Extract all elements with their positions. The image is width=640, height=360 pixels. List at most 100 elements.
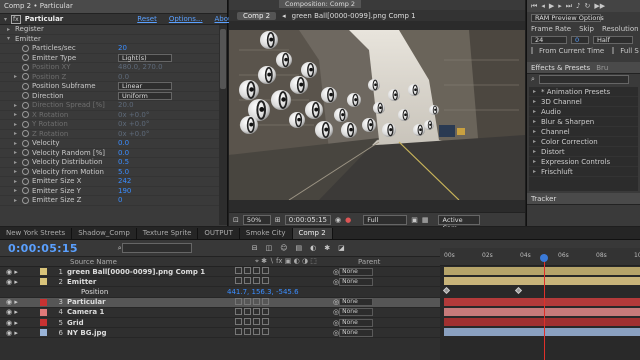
effect-category[interactable]: ▸ * Animation Presets	[529, 87, 638, 97]
param-row[interactable]: ▸ Emitter Size Y 190	[0, 187, 227, 196]
expand-triangle-icon[interactable]: ▸	[533, 88, 541, 95]
layer-name[interactable]: Position	[67, 288, 227, 296]
param-dropdown[interactable]: Linear	[118, 82, 172, 91]
effect-category[interactable]: ▸ Distort	[529, 147, 638, 157]
loop-icon[interactable]: ↻	[585, 2, 591, 10]
param-value[interactable]: 5.0	[118, 168, 129, 176]
resolution-select-preview[interactable]: Half	[593, 35, 633, 44]
stopwatch-icon[interactable]	[22, 196, 29, 204]
layer-name[interactable]: Camera 1	[67, 308, 227, 316]
switch-box[interactable]	[253, 277, 260, 285]
timeline-tab[interactable]: New York Streets	[0, 228, 73, 239]
param-value[interactable]: 20.0	[118, 101, 134, 109]
parent-select[interactable]: None	[339, 277, 374, 286]
layer-duration-bar[interactable]	[444, 267, 640, 275]
camera-select[interactable]: Active Cam	[438, 214, 481, 232]
stopwatch-icon[interactable]	[22, 187, 29, 195]
prev-frame-icon[interactable]: ◂	[541, 2, 545, 10]
stopwatch-icon[interactable]	[22, 44, 29, 52]
stopwatch-icon[interactable]	[22, 130, 29, 138]
switch-box[interactable]	[262, 297, 269, 305]
param-value[interactable]: 480.0, 270.0	[118, 63, 163, 71]
switch-box[interactable]	[244, 297, 251, 305]
play-icon[interactable]: ▶	[549, 2, 554, 10]
resolution-select[interactable]: Full	[363, 214, 408, 225]
switch-box[interactable]	[235, 318, 242, 326]
source-name-header[interactable]: Source Name	[70, 258, 255, 266]
switch-box[interactable]	[235, 267, 242, 275]
param-row[interactable]: ▸ Velocity Random [%] 0.0	[0, 149, 227, 158]
playhead[interactable]	[544, 254, 545, 360]
label-color-swatch[interactable]	[40, 268, 47, 276]
current-time[interactable]: 0:00:05:15	[8, 242, 78, 255]
transparency-icon[interactable]: ▦	[422, 216, 429, 224]
param-row[interactable]: Position XY 480.0, 270.0	[0, 63, 227, 73]
expand-triangle-icon[interactable]: ▾	[7, 35, 15, 42]
full-screen-checkbox[interactable]	[612, 47, 615, 54]
visibility-icon[interactable]: ◉ ▸	[0, 319, 40, 327]
expand-triangle-icon[interactable]: ▸	[14, 102, 22, 109]
expand-triangle-icon[interactable]: ▸	[14, 130, 22, 137]
param-row[interactable]: Particles/sec 20	[0, 44, 227, 54]
layer-duration-bar[interactable]	[444, 318, 640, 326]
param-row[interactable]: ▸ X Rotation 0x +0.0°	[0, 111, 227, 120]
param-value[interactable]: 242	[118, 177, 131, 185]
param-row[interactable]: ▸ Z Rotation 0x +0.0°	[0, 130, 227, 139]
param-row[interactable]: ▸ Emitter Size X 242	[0, 177, 227, 187]
layer-name[interactable]: NY BG.jpg	[67, 329, 227, 337]
param-value[interactable]: 0x +0.0°	[118, 120, 149, 128]
layer-switches[interactable]	[235, 297, 327, 307]
layer-name[interactable]: green Ball[0000-0099].png Comp 1	[67, 268, 227, 276]
parent-select[interactable]: None	[339, 298, 374, 307]
expand-triangle-icon[interactable]: ▸	[14, 197, 22, 204]
composition-tab[interactable]: Composition: Comp 2	[279, 0, 362, 8]
expand-triangle-icon[interactable]: ▸	[14, 111, 22, 118]
parent-select[interactable]: None	[339, 267, 374, 276]
expand-triangle-icon[interactable]: ▸	[14, 121, 22, 128]
expand-triangle-icon[interactable]: ▸	[533, 148, 541, 155]
stopwatch-icon[interactable]	[22, 168, 29, 176]
visibility-icon[interactable]: ◉ ▸	[0, 298, 40, 306]
camera-icon[interactable]: ◉	[335, 216, 341, 224]
param-row[interactable]: ▸ Position Z 0.0	[0, 73, 227, 82]
param-value[interactable]: 0.5	[118, 158, 129, 166]
effect-category[interactable]: ▸ Channel	[529, 127, 638, 137]
layer-duration-bar[interactable]	[444, 307, 640, 316]
switch-box[interactable]	[235, 297, 242, 305]
layer-switches[interactable]	[235, 277, 327, 286]
effects-presets-tab[interactable]: Effects & Presets	[531, 64, 590, 72]
first-frame-icon[interactable]: ⏮	[531, 2, 537, 11]
last-frame-icon[interactable]: ⏭	[566, 2, 572, 11]
reset-link[interactable]: Reset	[137, 15, 157, 23]
color-icon[interactable]: ●	[345, 216, 351, 224]
expand-triangle-icon[interactable]: ▸	[14, 73, 22, 80]
switch-box[interactable]	[244, 307, 251, 315]
stopwatch-icon[interactable]	[22, 63, 29, 71]
param-value[interactable]: 0.0	[118, 139, 129, 147]
layer-name[interactable]: Emitter	[67, 278, 227, 286]
param-value[interactable]: 20	[118, 44, 127, 52]
draft-3d-icon[interactable]: ◫	[266, 244, 273, 252]
param-row[interactable]: Emitter Type Light(s)	[0, 53, 227, 63]
expand-triangle-icon[interactable]: ▸	[14, 149, 22, 156]
fx-badge-icon[interactable]: fx	[11, 14, 21, 24]
switch-box[interactable]	[235, 277, 242, 285]
expand-triangle-icon[interactable]: ▸	[533, 168, 541, 175]
next-frame-icon[interactable]: ▸	[558, 2, 562, 10]
expand-triangle-icon[interactable]: ▸	[14, 178, 22, 185]
graph-editor-icon[interactable]: ◪	[338, 244, 345, 252]
switch-box[interactable]	[244, 318, 251, 326]
param-value[interactable]: 190	[118, 187, 131, 195]
label-color-swatch[interactable]	[40, 319, 47, 327]
expand-triangle-icon[interactable]: ▸	[533, 128, 541, 135]
param-row[interactable]: ▸ Direction Spread [%] 20.0	[0, 101, 227, 111]
frame-rate-select[interactable]: 24	[531, 35, 567, 44]
visibility-icon[interactable]: ◉ ▸	[0, 278, 40, 286]
stopwatch-icon[interactable]	[22, 73, 29, 81]
shy-icon[interactable]: ☺	[280, 244, 287, 252]
expand-triangle-icon[interactable]: ▸	[533, 98, 541, 105]
switch-box[interactable]	[253, 307, 260, 315]
param-row[interactable]: ▾ Emitter	[0, 35, 227, 44]
effect-category[interactable]: ▸ Blur & Sharpen	[529, 117, 638, 127]
effects-search-input[interactable]	[538, 75, 629, 84]
